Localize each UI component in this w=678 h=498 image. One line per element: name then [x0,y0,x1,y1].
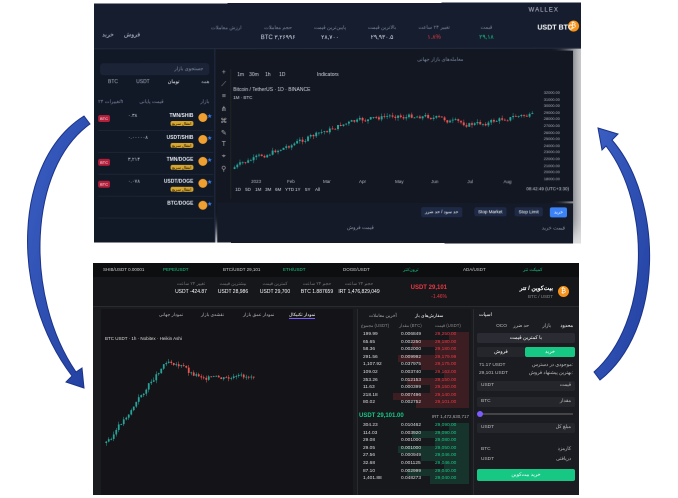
flow-arrows [0,0,678,498]
left-curved-arrow [28,116,90,388]
right-curved-arrow [594,128,650,380]
